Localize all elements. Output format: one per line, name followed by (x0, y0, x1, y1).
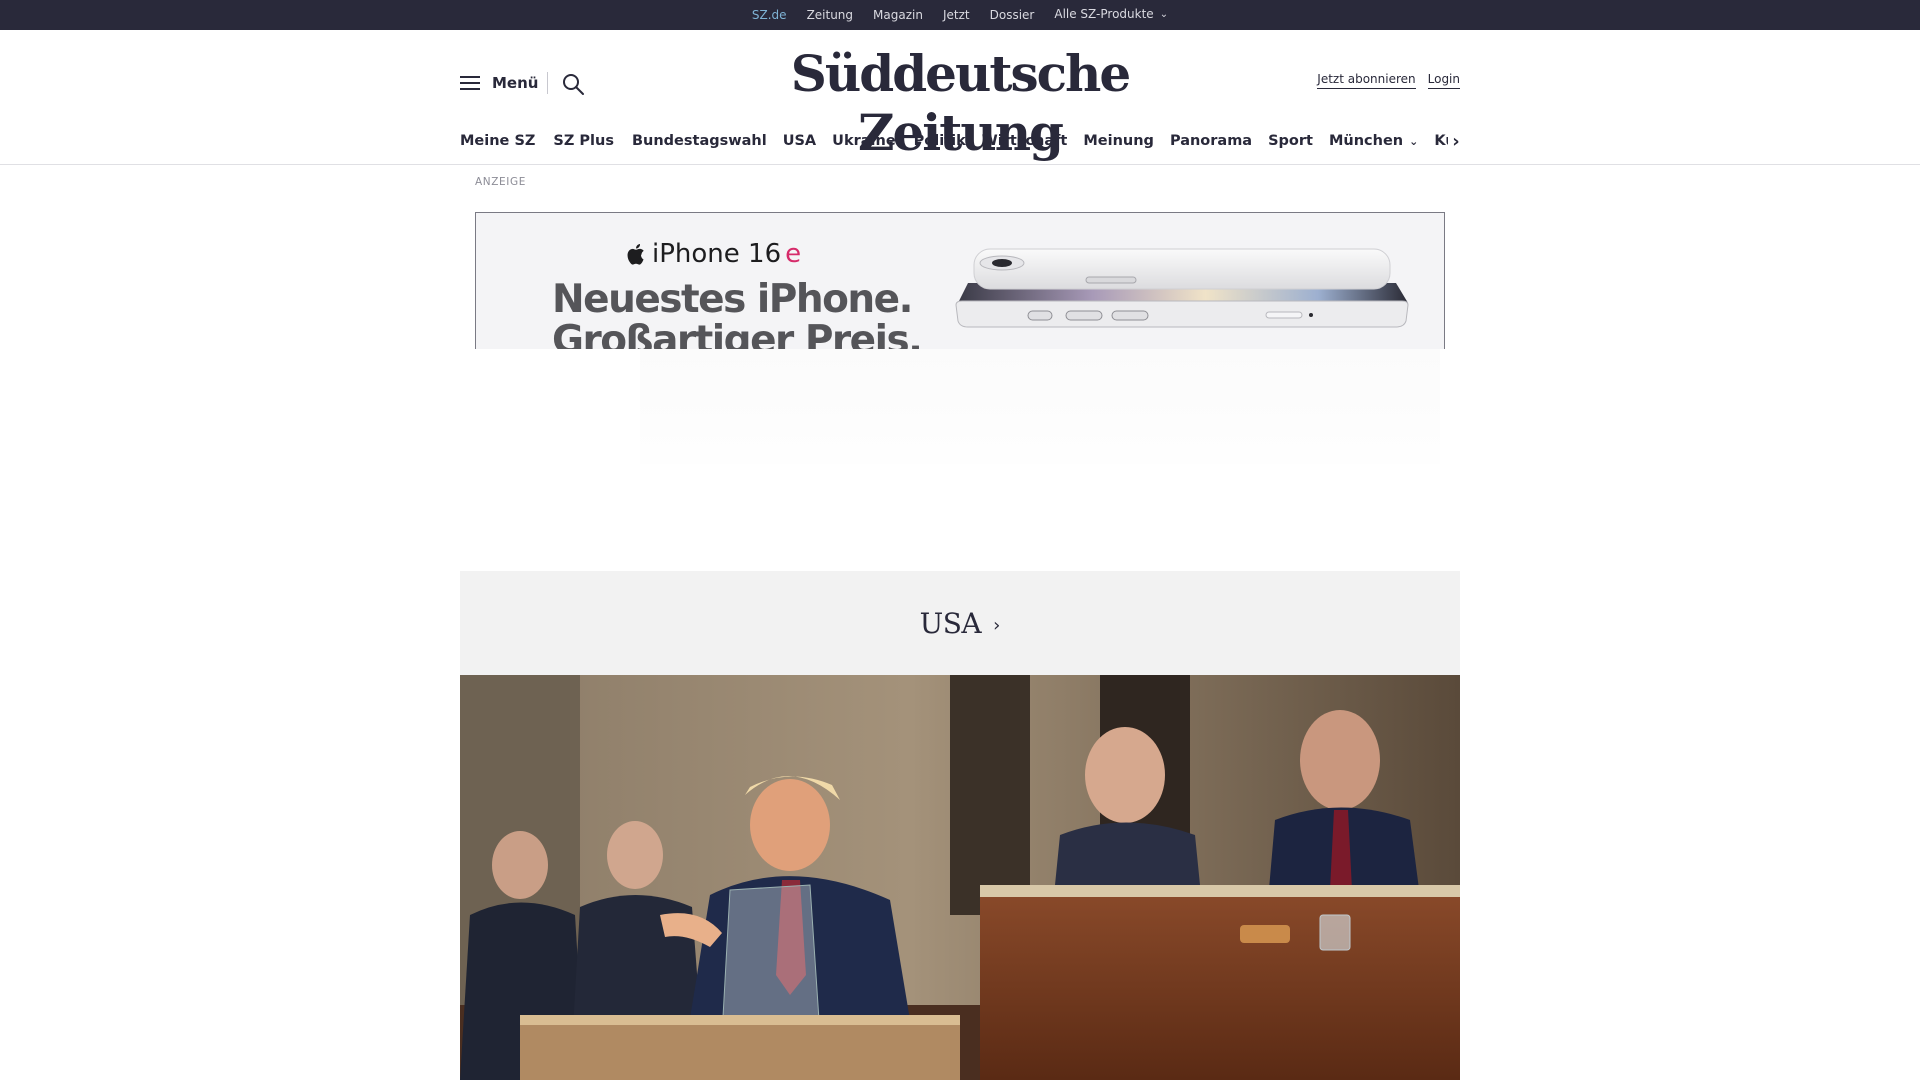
search-button[interactable] (561, 72, 585, 96)
menu-divider (547, 72, 548, 94)
ad-headline: Neuestes iPhone. Großartiger Preis. (552, 277, 923, 349)
hamburger-icon (460, 76, 480, 90)
nav-item-bundestagswahl[interactable]: Bundestagswahl (632, 133, 783, 149)
nav-item-usa[interactable]: USA (783, 133, 832, 149)
topbar-link-jetzt[interactable]: Jetzt (943, 0, 970, 30)
ad-placeholder-area (640, 349, 1440, 464)
site-header: Menü Süddeutsche Zeitung Jetzt abonniere… (0, 30, 1920, 165)
topbar-link-szde[interactable]: SZ.de (752, 0, 787, 36)
apple-logo-icon (627, 244, 644, 265)
nav-item-ukraine[interactable]: Ukraine (832, 133, 911, 149)
nav-item-muenchen[interactable]: München ⌄ (1329, 133, 1434, 149)
main-navigation: Meine SZ SZ Plus Bundestagswahl USA Ukra… (460, 126, 1460, 156)
account-links: Jetzt abonnieren Login (1317, 72, 1460, 89)
ad-label: ANZEIGE (475, 176, 526, 188)
nav-item-muenchen-label: München (1328, 133, 1404, 149)
chevron-right-icon: › (1452, 130, 1460, 152)
section-title: USA (919, 606, 982, 640)
hero-photo (460, 675, 1460, 1080)
menu-button[interactable]: Menü (460, 74, 538, 92)
topbar-all-products-dropdown[interactable]: Alle SZ-Produkte ⌄ (1054, 0, 1168, 31)
menu-label: Menü (492, 74, 539, 92)
ad-headline-line-1: Neuestes iPhone. (552, 277, 913, 322)
ad-product-name: iPhone 16 e (626, 239, 801, 269)
hero-article-image[interactable] (460, 675, 1460, 1080)
nav-item-politik[interactable]: Politik (914, 133, 982, 149)
chevron-down-icon: ⌄ (1159, 9, 1169, 20)
nav-item-meinung[interactable]: Meinung (1083, 133, 1170, 149)
nav-item-panorama[interactable]: Panorama (1170, 133, 1268, 149)
topbar-link-zeitung[interactable]: Zeitung (807, 0, 853, 30)
topbar-all-products-label: Alle SZ-Produkte (1054, 7, 1154, 21)
chevron-down-icon: ⌄ (1409, 135, 1419, 148)
topbar-link-dossier[interactable]: Dossier (990, 0, 1035, 30)
ad-product-suffix: e (785, 239, 802, 269)
login-link[interactable]: Login (1427, 72, 1460, 89)
chevron-right-icon: › (993, 614, 1001, 636)
ad-headline-line-2: Großartiger Preis. (552, 318, 923, 349)
ad-banner[interactable]: iPhone 16 e Neuestes iPhone. Großartiger … (475, 212, 1445, 349)
nav-scroll-right-button[interactable]: › (1448, 126, 1464, 156)
nav-item-sz-plus[interactable]: SZ Plus (553, 133, 630, 149)
product-bar: SZ.de Zeitung Magazin Jetzt Dossier Alle… (0, 0, 1920, 36)
ad-phone-image (955, 248, 1409, 328)
search-icon (563, 74, 584, 95)
nav-item-meine-sz[interactable]: Meine SZ (460, 133, 551, 149)
section-header-link[interactable]: USA › (460, 571, 1460, 675)
nav-item-sport[interactable]: Sport (1268, 133, 1329, 149)
topbar-link-magazin[interactable]: Magazin (873, 0, 923, 30)
nav-item-wirtschaft[interactable]: Wirtschaft (982, 133, 1084, 149)
subscribe-link[interactable]: Jetzt abonnieren (1317, 72, 1416, 89)
ad-product-label: iPhone 16 (652, 239, 782, 269)
